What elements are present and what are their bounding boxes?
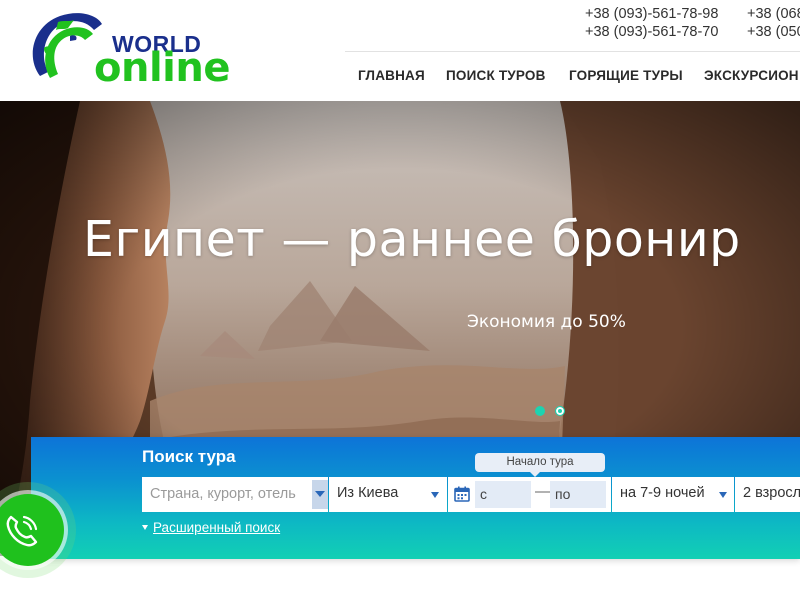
site-header: WORLD online +38 (093)-561-78-98 +38 (09… [0,0,800,101]
nav-item-home[interactable]: ГЛАВНАЯ [358,68,425,83]
travelers-value: 2 взросл [743,485,800,501]
country-field[interactable]: Страна, курорт, отель [142,477,328,512]
phone-column-2: +38 (068 +38 (050 [747,5,800,41]
phone-number[interactable]: +38 (093)-561-78-70 [585,23,718,41]
tour-search-panel: Поиск тура Начало тура Страна, курорт, о… [31,437,800,559]
slider-dot-2[interactable] [555,406,565,416]
nights-value: на 7-9 ночей [620,485,705,501]
nav-item-tour-search[interactable]: ПОИСК ТУРОВ [446,68,546,83]
header-divider [345,51,800,52]
departure-city-select[interactable]: Из Киева [329,477,447,512]
dropdown-caret-icon [719,492,727,498]
slider-dot-1[interactable] [535,406,545,416]
country-dropdown-button[interactable] [312,480,328,509]
phone-column-1: +38 (093)-561-78-98 +38 (093)-561-78-70 [585,5,718,41]
phone-call-icon [6,515,38,547]
departure-city-value: Из Киева [337,485,399,501]
search-title: Поиск тура [142,447,236,466]
advanced-search-link[interactable]: Расширенный поиск [142,520,280,535]
date-tooltip: Начало тура [475,453,605,477]
phone-number[interactable]: +38 (068 [747,5,800,23]
date-end-input[interactable]: по [550,481,606,508]
nights-select[interactable]: на 7-9 ночей [612,477,734,512]
hero-title: Египет — раннее бронир [83,211,741,268]
nav-item-hot-tours[interactable]: ГОРЯЩИЕ ТУРЫ [569,68,683,83]
logo-online-text: online [94,45,230,91]
phone-number[interactable]: +38 (093)-561-78-98 [585,5,718,23]
triangle-down-icon [142,524,148,530]
dropdown-caret-icon [431,492,439,498]
date-separator: — [535,483,550,500]
calendar-icon[interactable] [454,486,470,502]
advanced-search-label: Расширенный поиск [153,520,281,535]
date-end-label: по [555,486,571,502]
date-start-label: с [480,486,487,502]
country-placeholder: Страна, курорт, отель [150,486,296,502]
date-range-field: с — по [448,477,611,512]
dropdown-caret-icon [315,491,325,497]
phone-number[interactable]: +38 (050 [747,23,800,41]
hero-subtitle: Экономия до 50% [467,312,626,332]
logo[interactable]: WORLD online [30,8,240,90]
nav-item-excursions[interactable]: ЭКСКУРСИОН [704,68,799,83]
date-start-input[interactable]: с [475,481,531,508]
travelers-select[interactable]: 2 взросл [735,477,800,512]
